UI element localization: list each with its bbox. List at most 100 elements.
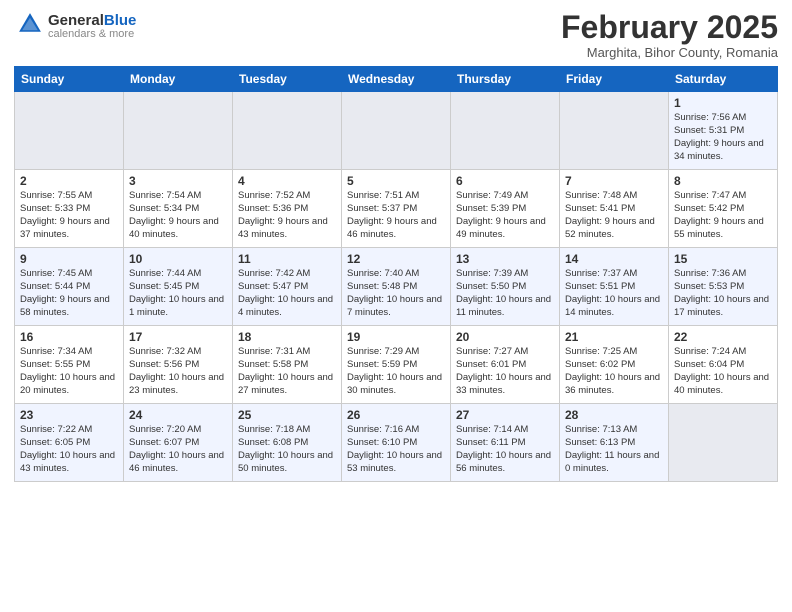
calendar-day-cell [124, 92, 233, 170]
day-info: Sunrise: 7:22 AM Sunset: 6:05 PM Dayligh… [20, 424, 118, 475]
day-number: 3 [129, 174, 227, 188]
calendar-header-row: SundayMondayTuesdayWednesdayThursdayFrid… [15, 67, 778, 92]
day-number: 7 [565, 174, 663, 188]
location: Marghita, Bihor County, Romania [561, 45, 778, 60]
day-info: Sunrise: 7:48 AM Sunset: 5:41 PM Dayligh… [565, 190, 663, 241]
month-title: February 2025 [561, 10, 778, 45]
calendar-day-cell: 22 Sunrise: 7:24 AM Sunset: 6:04 PM Dayli… [669, 326, 778, 404]
day-number: 12 [347, 252, 445, 266]
calendar-day-cell: 23Sunrise: 7:22 AM Sunset: 6:05 PM Dayli… [15, 404, 124, 482]
day-info: Sunrise: 7:34 AM Sunset: 5:55 PM Dayligh… [20, 346, 118, 397]
day-info: Sunrise: 7:44 AM Sunset: 5:45 PM Dayligh… [129, 268, 227, 319]
day-info: Sunrise: 7:25 AM Sunset: 6:02 PM Dayligh… [565, 346, 663, 397]
day-number: 5 [347, 174, 445, 188]
logo-tagline: calendars & more [48, 29, 136, 40]
calendar-day-cell: 24 Sunrise: 7:20 AM Sunset: 6:07 PM Dayli… [124, 404, 233, 482]
calendar-day-cell [560, 92, 669, 170]
day-number: 11 [238, 252, 336, 266]
day-info: Sunrise: 7:27 AM Sunset: 6:01 PM Dayligh… [456, 346, 554, 397]
calendar-week-row: 1Sunrise: 7:56 AM Sunset: 5:31 PM Daylig… [15, 92, 778, 170]
calendar-day-cell: 13 Sunrise: 7:39 AM Sunset: 5:50 PM Dayli… [451, 248, 560, 326]
calendar-day-cell: 5 Sunrise: 7:51 AM Sunset: 5:37 PM Daylig… [342, 170, 451, 248]
day-number: 26 [347, 408, 445, 422]
day-number: 24 [129, 408, 227, 422]
calendar-day-cell: 21 Sunrise: 7:25 AM Sunset: 6:02 PM Dayli… [560, 326, 669, 404]
calendar-day-cell: 10 Sunrise: 7:44 AM Sunset: 5:45 PM Dayli… [124, 248, 233, 326]
calendar-week-row: 2 Sunrise: 7:55 AM Sunset: 5:33 PM Daylig… [15, 170, 778, 248]
day-info: Sunrise: 7:47 AM Sunset: 5:42 PM Dayligh… [674, 190, 772, 241]
day-number: 18 [238, 330, 336, 344]
calendar-day-cell: 16 Sunrise: 7:34 AM Sunset: 5:55 PM Dayli… [15, 326, 124, 404]
logo-icon [16, 10, 44, 38]
weekday-header: Monday [124, 67, 233, 92]
day-number: 22 [674, 330, 772, 344]
day-info: Sunrise: 7:39 AM Sunset: 5:50 PM Dayligh… [456, 268, 554, 319]
calendar-table: SundayMondayTuesdayWednesdayThursdayFrid… [14, 66, 778, 482]
day-info: Sunrise: 7:32 AM Sunset: 5:56 PM Dayligh… [129, 346, 227, 397]
day-number: 6 [456, 174, 554, 188]
calendar-day-cell [451, 92, 560, 170]
calendar-day-cell: 18Sunrise: 7:31 AM Sunset: 5:58 PM Dayli… [233, 326, 342, 404]
day-number: 21 [565, 330, 663, 344]
calendar-day-cell [15, 92, 124, 170]
calendar-day-cell: 20 Sunrise: 7:27 AM Sunset: 6:01 PM Dayli… [451, 326, 560, 404]
calendar-day-cell: 17 Sunrise: 7:32 AM Sunset: 5:56 PM Dayli… [124, 326, 233, 404]
calendar-day-cell: 1Sunrise: 7:56 AM Sunset: 5:31 PM Daylig… [669, 92, 778, 170]
day-info: Sunrise: 7:29 AM Sunset: 5:59 PM Dayligh… [347, 346, 445, 397]
logo-blue: Blue [104, 12, 137, 29]
day-number: 20 [456, 330, 554, 344]
weekday-header: Thursday [451, 67, 560, 92]
day-info: Sunrise: 7:42 AM Sunset: 5:47 PM Dayligh… [238, 268, 336, 319]
calendar-day-cell [342, 92, 451, 170]
day-number: 2 [20, 174, 118, 188]
day-number: 8 [674, 174, 772, 188]
weekday-header: Sunday [15, 67, 124, 92]
calendar-day-cell: 3Sunrise: 7:54 AM Sunset: 5:34 PM Daylig… [124, 170, 233, 248]
day-info: Sunrise: 7:24 AM Sunset: 6:04 PM Dayligh… [674, 346, 772, 397]
calendar-day-cell: 9Sunrise: 7:45 AM Sunset: 5:44 PM Daylig… [15, 248, 124, 326]
day-info: Sunrise: 7:18 AM Sunset: 6:08 PM Dayligh… [238, 424, 336, 475]
calendar-week-row: 23Sunrise: 7:22 AM Sunset: 6:05 PM Dayli… [15, 404, 778, 482]
day-info: Sunrise: 7:51 AM Sunset: 5:37 PM Dayligh… [347, 190, 445, 241]
calendar-day-cell: 6 Sunrise: 7:49 AM Sunset: 5:39 PM Daylig… [451, 170, 560, 248]
calendar-day-cell: 26 Sunrise: 7:16 AM Sunset: 6:10 PM Dayli… [342, 404, 451, 482]
title-block: February 2025 Marghita, Bihor County, Ro… [561, 10, 778, 60]
calendar-day-cell: 11 Sunrise: 7:42 AM Sunset: 5:47 PM Dayli… [233, 248, 342, 326]
day-number: 10 [129, 252, 227, 266]
day-info: Sunrise: 7:36 AM Sunset: 5:53 PM Dayligh… [674, 268, 772, 319]
day-number: 16 [20, 330, 118, 344]
day-number: 28 [565, 408, 663, 422]
calendar-day-cell [233, 92, 342, 170]
weekday-header: Wednesday [342, 67, 451, 92]
weekday-header: Tuesday [233, 67, 342, 92]
day-info: Sunrise: 7:20 AM Sunset: 6:07 PM Dayligh… [129, 424, 227, 475]
calendar-day-cell: 19Sunrise: 7:29 AM Sunset: 5:59 PM Dayli… [342, 326, 451, 404]
day-info: Sunrise: 7:52 AM Sunset: 5:36 PM Dayligh… [238, 190, 336, 241]
day-number: 14 [565, 252, 663, 266]
weekday-header: Saturday [669, 67, 778, 92]
day-number: 9 [20, 252, 118, 266]
calendar-page: GeneralBlue calendars & more February 20… [0, 0, 792, 612]
day-number: 13 [456, 252, 554, 266]
day-number: 27 [456, 408, 554, 422]
day-info: Sunrise: 7:55 AM Sunset: 5:33 PM Dayligh… [20, 190, 118, 241]
logo: GeneralBlue calendars & more [14, 10, 136, 43]
day-info: Sunrise: 7:16 AM Sunset: 6:10 PM Dayligh… [347, 424, 445, 475]
calendar-day-cell: 2 Sunrise: 7:55 AM Sunset: 5:33 PM Daylig… [15, 170, 124, 248]
day-info: Sunrise: 7:40 AM Sunset: 5:48 PM Dayligh… [347, 268, 445, 319]
weekday-header: Friday [560, 67, 669, 92]
calendar-day-cell [669, 404, 778, 482]
day-info: Sunrise: 7:14 AM Sunset: 6:11 PM Dayligh… [456, 424, 554, 475]
calendar-day-cell: 27 Sunrise: 7:14 AM Sunset: 6:11 PM Dayli… [451, 404, 560, 482]
calendar-day-cell: 4Sunrise: 7:52 AM Sunset: 5:36 PM Daylig… [233, 170, 342, 248]
day-info: Sunrise: 7:49 AM Sunset: 5:39 PM Dayligh… [456, 190, 554, 241]
calendar-day-cell: 15 Sunrise: 7:36 AM Sunset: 5:53 PM Dayli… [669, 248, 778, 326]
calendar-day-cell: 14Sunrise: 7:37 AM Sunset: 5:51 PM Dayli… [560, 248, 669, 326]
calendar-week-row: 9Sunrise: 7:45 AM Sunset: 5:44 PM Daylig… [15, 248, 778, 326]
day-number: 25 [238, 408, 336, 422]
day-info: Sunrise: 7:13 AM Sunset: 6:13 PM Dayligh… [565, 424, 663, 475]
day-number: 17 [129, 330, 227, 344]
day-number: 15 [674, 252, 772, 266]
calendar-day-cell: 7 Sunrise: 7:48 AM Sunset: 5:41 PM Daylig… [560, 170, 669, 248]
calendar-day-cell: 8 Sunrise: 7:47 AM Sunset: 5:42 PM Daylig… [669, 170, 778, 248]
